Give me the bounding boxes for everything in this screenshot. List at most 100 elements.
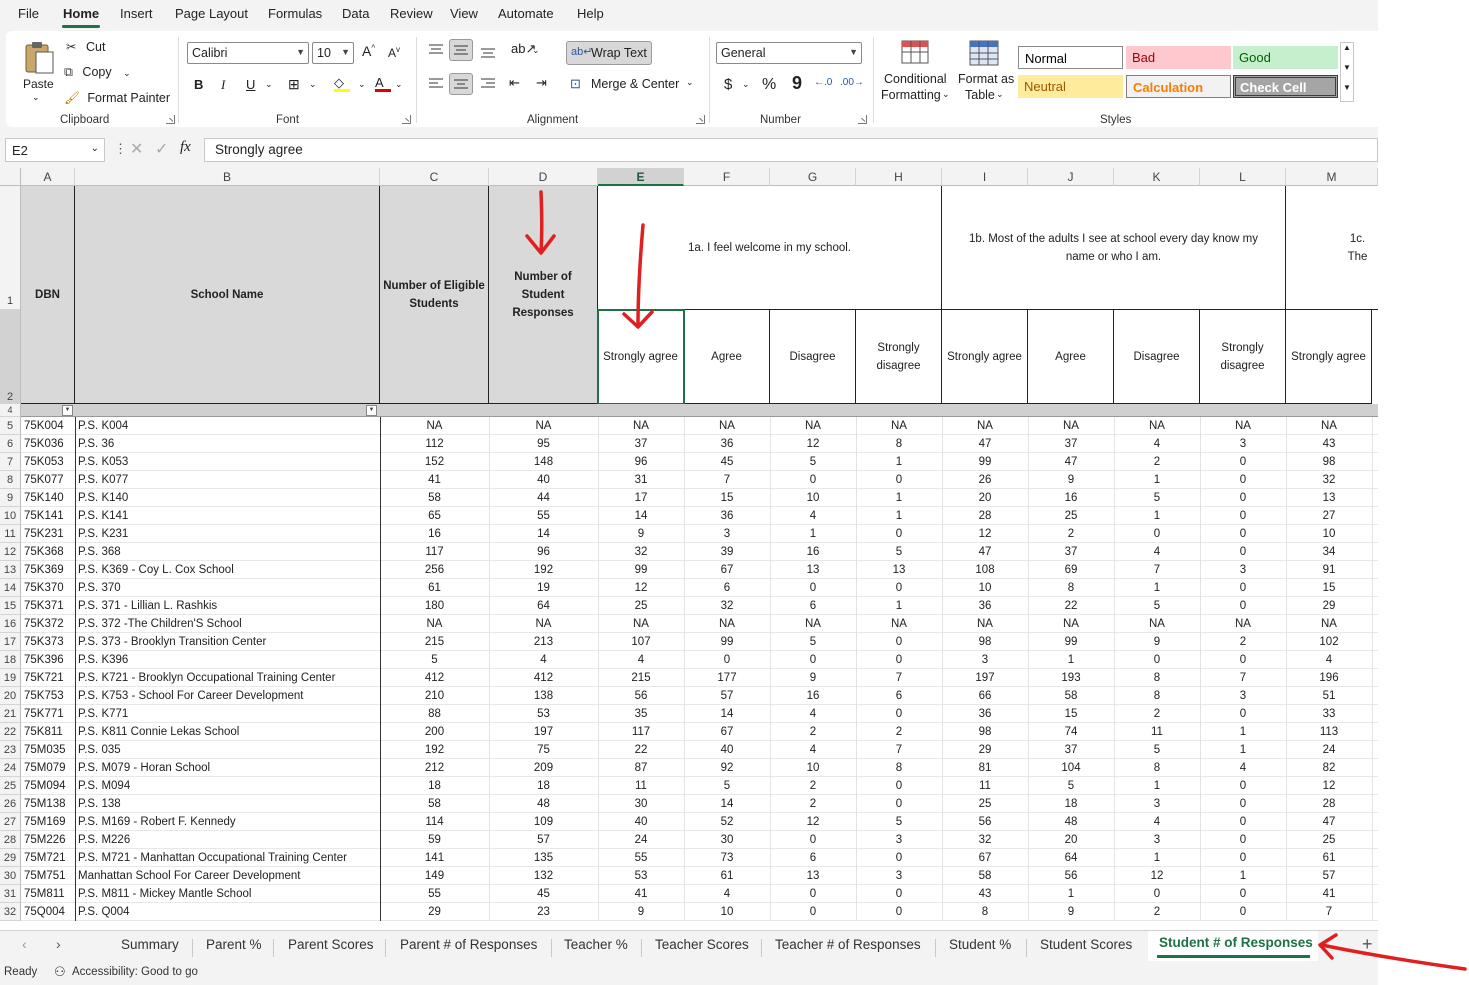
table-cell[interactable]: 55 bbox=[598, 849, 684, 867]
table-cell[interactable]: 8 bbox=[1114, 687, 1200, 705]
table-cell[interactable]: 1 bbox=[1200, 741, 1286, 759]
table-cell[interactable]: 102 bbox=[1286, 633, 1372, 651]
fill-color-icon[interactable]: ◇ bbox=[334, 75, 350, 92]
table-cell[interactable]: 0 bbox=[856, 885, 942, 903]
table-cell[interactable]: 7 bbox=[1114, 561, 1200, 579]
table-cell[interactable]: P.S. 36 bbox=[78, 435, 379, 453]
row-header[interactable]: 30 bbox=[0, 867, 21, 885]
table-cell[interactable]: NA bbox=[1200, 417, 1286, 435]
row-header[interactable]: 2 bbox=[0, 310, 21, 404]
column-header-i[interactable]: I bbox=[942, 168, 1028, 186]
row-header[interactable]: 32 bbox=[0, 903, 21, 921]
table-cell[interactable]: 75K370 bbox=[24, 579, 74, 597]
row-header[interactable]: 21 bbox=[0, 705, 21, 723]
font-name-select[interactable]: Calibri ▼ bbox=[187, 42, 309, 64]
table-cell[interactable]: NA bbox=[598, 615, 684, 633]
table-cell[interactable]: 20 bbox=[1028, 831, 1114, 849]
tab-parent-percent[interactable]: Parent % bbox=[206, 937, 262, 952]
table-cell[interactable]: 107 bbox=[598, 633, 684, 651]
table-cell[interactable]: 10 bbox=[1286, 525, 1372, 543]
table-cell[interactable]: 0 bbox=[1200, 903, 1286, 921]
table-cell[interactable]: 1 bbox=[1114, 777, 1200, 795]
table-cell[interactable]: 5 bbox=[1114, 741, 1200, 759]
table-cell[interactable]: 3 bbox=[1200, 687, 1286, 705]
table-cell[interactable]: 44 bbox=[489, 489, 598, 507]
table-cell[interactable]: P.S. 368 bbox=[78, 543, 379, 561]
table-cell[interactable]: 81 bbox=[942, 759, 1028, 777]
accessibility-status[interactable]: Accessibility: Good to go bbox=[72, 966, 198, 978]
table-cell[interactable]: 75M751 bbox=[24, 867, 74, 885]
comma-style-button[interactable]: 9 bbox=[792, 73, 802, 94]
table-cell[interactable]: NA bbox=[1286, 615, 1372, 633]
table-cell[interactable]: 36 bbox=[684, 435, 770, 453]
table-cell[interactable]: P.S. M094 bbox=[78, 777, 379, 795]
row-header[interactable]: 26 bbox=[0, 795, 21, 813]
table-cell[interactable]: 32 bbox=[1286, 471, 1372, 489]
table-cell[interactable]: 192 bbox=[380, 741, 489, 759]
table-cell[interactable]: 24 bbox=[598, 831, 684, 849]
table-cell[interactable]: 99 bbox=[942, 453, 1028, 471]
style-bad[interactable]: Bad bbox=[1126, 46, 1231, 69]
table-cell[interactable]: 58 bbox=[942, 867, 1028, 885]
table-cell[interactable]: 7 bbox=[1286, 903, 1372, 921]
table-cell[interactable]: 114 bbox=[380, 813, 489, 831]
menu-review[interactable]: Review bbox=[390, 6, 433, 21]
table-cell[interactable]: 0 bbox=[1200, 489, 1286, 507]
font-color-icon[interactable]: A bbox=[375, 75, 391, 92]
menu-formulas[interactable]: Formulas bbox=[268, 6, 322, 21]
table-cell[interactable]: 11 bbox=[598, 777, 684, 795]
table-cell[interactable]: 55 bbox=[489, 507, 598, 525]
table-cell[interactable]: 15 bbox=[684, 489, 770, 507]
table-cell[interactable]: 215 bbox=[380, 633, 489, 651]
table-cell[interactable]: 135 bbox=[489, 849, 598, 867]
table-cell[interactable]: 99 bbox=[1028, 633, 1114, 651]
table-cell[interactable]: 2 bbox=[1028, 525, 1114, 543]
table-cell[interactable]: 75M094 bbox=[24, 777, 74, 795]
table-cell[interactable]: 0 bbox=[1200, 705, 1286, 723]
table-cell[interactable]: 5 bbox=[856, 543, 942, 561]
table-cell[interactable]: 0 bbox=[1200, 777, 1286, 795]
table-cell[interactable]: P.S. K396 bbox=[78, 651, 379, 669]
table-cell[interactable]: 9 bbox=[1028, 903, 1114, 921]
cancel-icon[interactable]: ✕ bbox=[130, 139, 143, 159]
table-cell[interactable]: 13 bbox=[770, 867, 856, 885]
table-cell[interactable]: 24 bbox=[1286, 741, 1372, 759]
row-header[interactable]: 17 bbox=[0, 633, 21, 651]
table-cell[interactable]: 5 bbox=[1114, 489, 1200, 507]
column-header-b[interactable]: B bbox=[75, 168, 380, 186]
table-cell[interactable]: 53 bbox=[598, 867, 684, 885]
more-icon[interactable]: ⋮ bbox=[114, 141, 127, 157]
table-cell[interactable]: 1 bbox=[856, 453, 942, 471]
table-cell[interactable]: 40 bbox=[598, 813, 684, 831]
table-cell[interactable]: 28 bbox=[942, 507, 1028, 525]
table-cell[interactable]: 9 bbox=[770, 669, 856, 687]
table-cell[interactable]: 2 bbox=[1114, 453, 1200, 471]
table-cell[interactable]: 25 bbox=[598, 597, 684, 615]
style-check-cell[interactable]: Check Cell bbox=[1233, 75, 1338, 98]
row-header[interactable]: 9 bbox=[0, 489, 21, 507]
table-cell[interactable]: 2 bbox=[1200, 633, 1286, 651]
table-cell[interactable]: P.S. K753 - School For Career Developmen… bbox=[78, 687, 379, 705]
table-cell[interactable]: 152 bbox=[380, 453, 489, 471]
table-cell[interactable]: 75 bbox=[489, 741, 598, 759]
table-cell[interactable]: P.S. 373 - Brooklyn Transition Center bbox=[78, 633, 379, 651]
table-cell[interactable]: 4 bbox=[1114, 435, 1200, 453]
tab-student-responses[interactable]: Student # of Responses bbox=[1159, 935, 1313, 950]
enter-icon[interactable]: ✓ bbox=[155, 139, 168, 159]
borders-icon[interactable]: ⊞ bbox=[288, 76, 300, 93]
table-cell[interactable]: 47 bbox=[1028, 453, 1114, 471]
table-cell[interactable]: 40 bbox=[489, 471, 598, 489]
table-cell[interactable]: 108 bbox=[942, 561, 1028, 579]
table-cell[interactable]: 96 bbox=[598, 453, 684, 471]
table-cell[interactable]: 75K396 bbox=[24, 651, 74, 669]
table-cell[interactable]: 75K036 bbox=[24, 435, 74, 453]
table-cell[interactable]: P.S. M811 - Mickey Mantle School bbox=[78, 885, 379, 903]
italic-button[interactable]: I bbox=[221, 77, 225, 93]
table-cell[interactable]: 4 bbox=[1114, 543, 1200, 561]
table-cell[interactable]: P.S. M721 - Manhattan Occupational Train… bbox=[78, 849, 379, 867]
table-cell[interactable]: P.S. 372 -The Children'S School bbox=[78, 615, 379, 633]
table-cell[interactable]: 41 bbox=[1286, 885, 1372, 903]
table-cell[interactable]: 0 bbox=[770, 579, 856, 597]
filter-dropdown-icon[interactable]: ▼ bbox=[366, 405, 377, 416]
table-cell[interactable]: 75K373 bbox=[24, 633, 74, 651]
